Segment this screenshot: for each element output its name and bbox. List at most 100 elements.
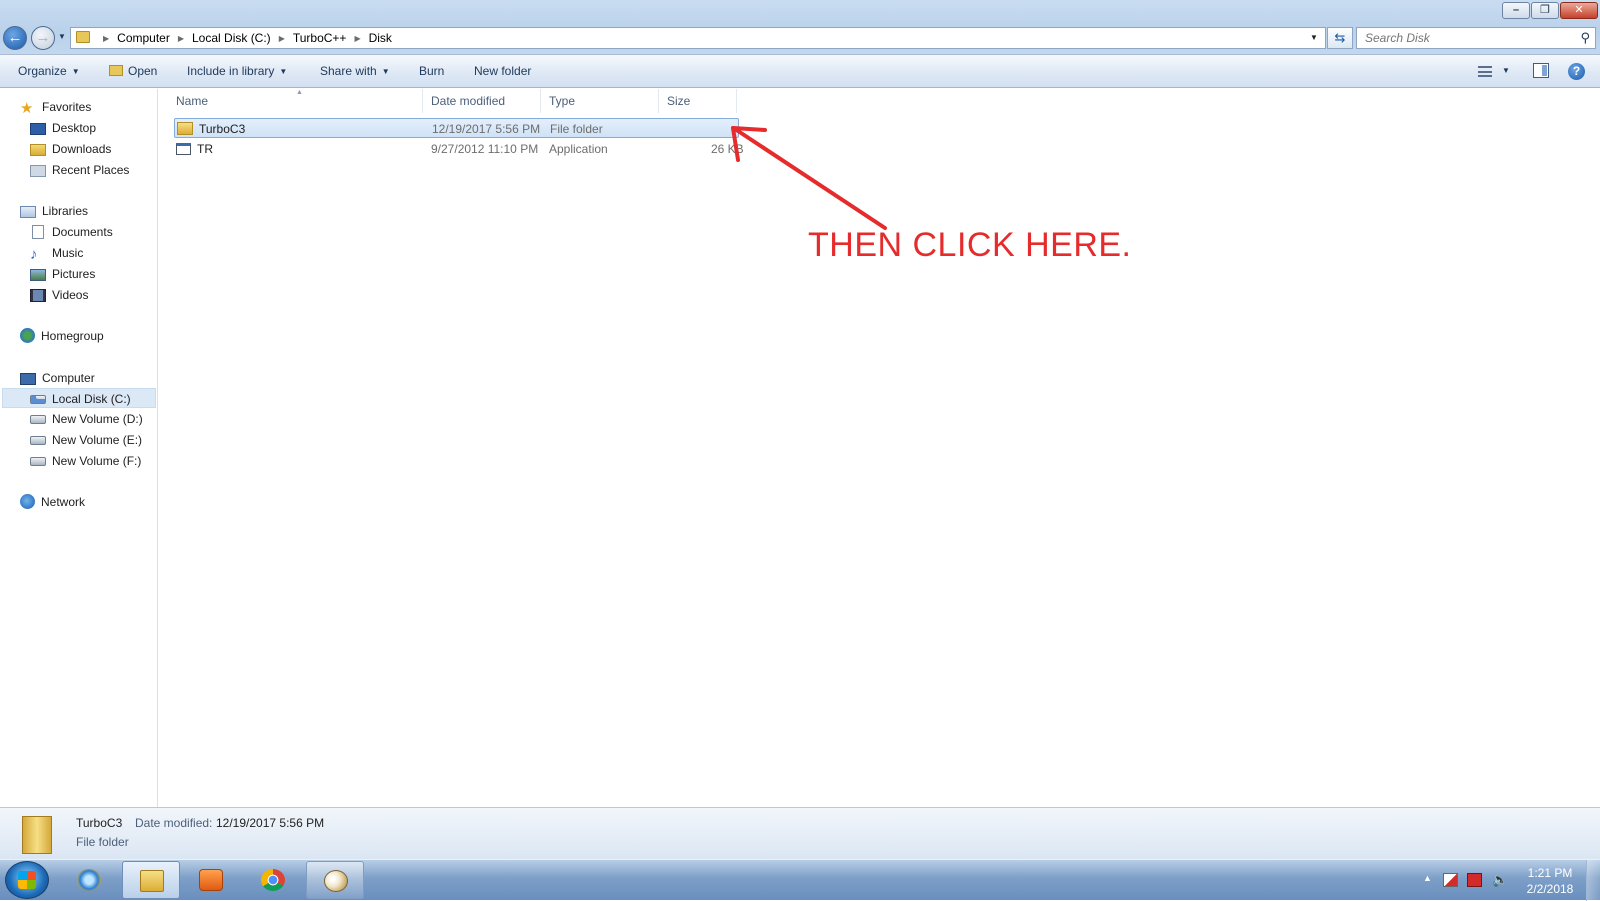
nav-libraries[interactable]: Libraries <box>20 201 88 221</box>
chevron-right-icon[interactable]: ▶ <box>352 31 362 46</box>
file-type: Application <box>549 142 608 156</box>
burn-button[interactable]: Burn <box>419 64 444 78</box>
share-with-label: Share with <box>320 64 377 78</box>
nav-computer[interactable]: Computer <box>20 368 95 388</box>
file-row-tr[interactable]: TR 9/27/2012 11:10 PM Application 26 KB <box>174 139 744 159</box>
preview-pane-icon[interactable] <box>1533 63 1549 78</box>
organize-button[interactable]: Organize ▼ <box>18 64 80 78</box>
address-history-dropdown[interactable]: ▼ <box>1303 28 1325 48</box>
column-label: Name <box>176 94 209 108</box>
file-row-turboc3[interactable]: TurboC3 12/19/2017 5:56 PM File folder <box>174 118 739 138</box>
show-hidden-icons-button[interactable]: ▲ <box>1423 873 1432 883</box>
nav-label: New Volume (F:) <box>52 454 142 468</box>
taskbar-internet-explorer[interactable] <box>60 861 118 899</box>
start-button[interactable] <box>5 861 49 899</box>
open-button[interactable]: Open <box>109 64 157 78</box>
clock-date[interactable]: 2/2/2018 <box>1522 882 1578 896</box>
taskbar-windows-explorer[interactable] <box>122 861 180 899</box>
refresh-button[interactable]: ⇆ <box>1327 27 1353 49</box>
file-type: File folder <box>550 122 603 136</box>
details-date-label: Date modified: <box>135 816 213 830</box>
folder-icon <box>76 31 90 43</box>
taskbar-google-chrome[interactable] <box>244 861 302 899</box>
search-box[interactable]: ⚲ <box>1356 27 1596 49</box>
forward-button[interactable]: → <box>31 26 55 50</box>
include-in-library-button[interactable]: Include in library ▼ <box>187 64 287 78</box>
breadcrumb-computer[interactable]: Computer <box>111 31 176 46</box>
taskbar-paint[interactable] <box>306 861 364 899</box>
google-chrome-icon <box>261 869 285 891</box>
volume-icon[interactable]: 🔈 <box>1492 873 1508 887</box>
nav-downloads[interactable]: Downloads <box>30 139 111 159</box>
libraries-icon <box>20 206 36 218</box>
restore-icon: ❐ <box>1540 4 1550 16</box>
back-button[interactable]: ← <box>3 26 27 50</box>
recent-pages-dropdown[interactable]: ▼ <box>58 32 66 41</box>
windows-explorer-icon <box>140 870 164 892</box>
column-header-size[interactable]: Size <box>659 89 737 113</box>
close-button[interactable]: ✕ <box>1560 2 1598 19</box>
nav-label: Computer <box>42 371 95 385</box>
nav-desktop[interactable]: Desktop <box>30 118 96 138</box>
file-date-modified: 12/19/2017 5:56 PM <box>432 122 541 136</box>
system-drive-icon <box>30 395 46 404</box>
search-icon[interactable]: ⚲ <box>1580 30 1590 46</box>
document-icon <box>32 225 44 239</box>
minimize-button[interactable]: – <box>1502 2 1530 19</box>
nav-network[interactable]: Network <box>20 492 85 512</box>
include-in-library-label: Include in library <box>187 64 275 78</box>
breadcrumb-disk[interactable]: Disk <box>363 31 398 46</box>
column-header-type[interactable]: Type <box>541 89 659 113</box>
restore-button[interactable]: ❐ <box>1531 2 1559 19</box>
nav-new-volume-e[interactable]: New Volume (E:) <box>30 430 142 450</box>
search-input[interactable] <box>1357 28 1571 48</box>
nav-homegroup[interactable]: Homegroup <box>20 326 104 346</box>
action-center-icon[interactable] <box>1443 873 1458 887</box>
chevron-right-icon[interactable]: ▶ <box>176 31 186 46</box>
nav-local-disk-c[interactable]: Local Disk (C:) <box>2 388 156 408</box>
nav-label: Local Disk (C:) <box>52 392 131 406</box>
folder-icon <box>177 122 193 135</box>
nav-label: Documents <box>52 225 113 239</box>
clock-time[interactable]: 1:21 PM <box>1522 866 1578 880</box>
open-folder-icon <box>109 65 123 76</box>
network-status-icon[interactable] <box>1467 873 1482 887</box>
breadcrumb-turboc[interactable]: TurboC++ <box>287 31 353 46</box>
file-name: TR <box>197 142 213 156</box>
nav-label: Favorites <box>42 100 92 114</box>
file-name-cell: TurboC3 <box>177 119 245 139</box>
internet-explorer-icon <box>77 869 101 891</box>
address-bar[interactable]: ▶ Computer ▶ Local Disk (C:) ▶ TurboC++ … <box>70 27 1326 49</box>
windows-media-player-icon <box>199 869 223 891</box>
share-with-button[interactable]: Share with ▼ <box>320 64 390 78</box>
change-view-icon[interactable] <box>1478 66 1492 77</box>
nav-videos[interactable]: Videos <box>30 285 88 305</box>
back-arrow-icon: ← <box>7 29 23 46</box>
nav-new-volume-d[interactable]: New Volume (D:) <box>30 409 143 429</box>
network-icon <box>20 494 35 509</box>
nav-label: Music <box>52 246 84 260</box>
chevron-right-icon[interactable]: ▶ <box>101 31 111 46</box>
breadcrumb-local-disk[interactable]: Local Disk (C:) <box>186 31 277 46</box>
nav-documents[interactable]: Documents <box>30 222 113 242</box>
nav-music[interactable]: ♪ Music <box>30 243 83 263</box>
column-label: Type <box>549 94 576 108</box>
nav-favorites[interactable]: ★ Favorites <box>20 97 91 117</box>
nav-new-volume-f[interactable]: New Volume (F:) <box>30 451 141 471</box>
desktop-icon <box>30 123 46 135</box>
nav-pictures[interactable]: Pictures <box>30 264 95 284</box>
chevron-down-icon: ▼ <box>279 67 288 76</box>
view-options-dropdown[interactable]: ▼ <box>1502 66 1510 75</box>
column-header-date-modified[interactable]: Date modified <box>423 89 541 113</box>
close-icon: ✕ <box>1574 4 1584 16</box>
taskbar-media-player[interactable] <box>182 861 240 899</box>
nav-recent-places[interactable]: Recent Places <box>30 160 129 180</box>
help-icon[interactable]: ? <box>1568 63 1585 80</box>
show-desktop-button[interactable] <box>1586 860 1600 901</box>
details-item-name: TurboC3 <box>76 816 123 830</box>
new-folder-button[interactable]: New folder <box>474 64 531 78</box>
nav-label: Libraries <box>42 204 89 218</box>
chevron-right-icon[interactable]: ▶ <box>277 31 287 46</box>
breadcrumb: ▶ Computer ▶ Local Disk (C:) ▶ TurboC++ … <box>101 31 398 46</box>
chevron-down-icon: ▼ <box>381 67 390 76</box>
